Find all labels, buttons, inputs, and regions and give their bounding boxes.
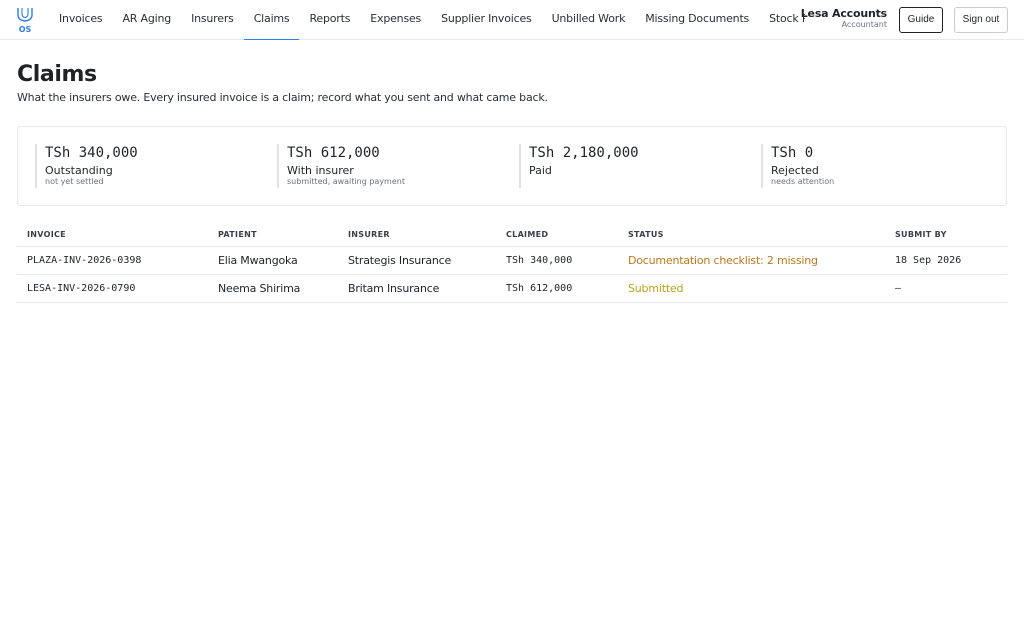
- nav-stock-report[interactable]: Stock Report: [759, 0, 805, 40]
- main-nav: Invoices AR Aging Insurers Claims Reports Exp…: [49, 0, 805, 40]
- stat-note: not yet settled: [45, 177, 104, 186]
- user-info: Lesa Accounts Accountant: [801, 8, 887, 30]
- nav-reports[interactable]: Reports: [299, 0, 360, 40]
- col-patient-header[interactable]: Patient: [218, 222, 257, 246]
- claim-status[interactable]: Submitted: [628, 275, 683, 302]
- nav-invoices[interactable]: Invoices: [49, 0, 112, 40]
- user-role: Accountant: [841, 20, 887, 29]
- nav-supplier-invoices[interactable]: Supplier Invoices: [431, 0, 541, 40]
- stat-value: TSh 612,000: [287, 145, 380, 161]
- col-invoice-header[interactable]: Invoice: [27, 222, 66, 246]
- svg-text:OS: OS: [19, 25, 32, 34]
- table-row[interactable]: LESA-INV-2026-0790 Neema Shirima Britam …: [17, 275, 1007, 303]
- stat-value: TSh 340,000: [45, 145, 138, 161]
- claim-status[interactable]: Documentation checklist: 2 missing: [628, 247, 818, 274]
- stat-label: With insurer: [287, 164, 354, 177]
- invoice-number[interactable]: PLAZA-INV-2026-0398: [27, 247, 141, 274]
- patient-name: Neema Shirima: [218, 282, 301, 295]
- claimed-amount: TSh 340,000: [506, 255, 573, 266]
- submit-by-date: —: [895, 283, 902, 294]
- insurer-name: Strategis Insurance: [348, 254, 452, 267]
- patient-name: Elia Mwangoka: [218, 254, 298, 267]
- nav-missing-documents[interactable]: Missing Documents: [635, 0, 759, 40]
- page-subtitle: What the insurers owe. Every insured inv…: [17, 91, 548, 104]
- stat-note: needs attention: [771, 177, 835, 186]
- stat-outstanding: TSh 340,000 Outstanding not yet settled: [35, 144, 138, 188]
- nav-ar-aging[interactable]: AR Aging: [112, 0, 181, 40]
- invoice-number[interactable]: LESA-INV-2026-0790: [27, 275, 135, 302]
- claims-summary: TSh 340,000 Outstanding not yet settled …: [17, 126, 1007, 206]
- guide-button[interactable]: Guide: [899, 7, 943, 33]
- stat-label: Paid: [529, 164, 552, 177]
- submit-by-date: 18 Sep 2026: [895, 255, 962, 266]
- stat-value: TSh 2,180,000: [529, 145, 639, 161]
- col-claimed-header[interactable]: Claimed: [506, 222, 548, 246]
- insurer-name: Britam Insurance: [348, 282, 440, 295]
- stat-note: submitted, awaiting payment: [287, 177, 405, 186]
- stat-paid: TSh 2,180,000 Paid: [519, 144, 639, 188]
- page-title: Claims: [17, 62, 97, 87]
- app-logo-icon[interactable]: OS: [15, 6, 35, 34]
- nav-claims[interactable]: Claims: [243, 0, 300, 40]
- stat-value: TSh 0: [771, 145, 814, 161]
- sign-out-button[interactable]: Sign out: [954, 7, 1008, 33]
- table-header-row: Invoice Patient Insurer Claimed Status S…: [17, 222, 1007, 247]
- col-submit-by-header[interactable]: Submit by: [895, 222, 947, 246]
- nav-expenses[interactable]: Expenses: [360, 0, 431, 40]
- col-status-header[interactable]: Status: [628, 222, 664, 246]
- col-insurer-header[interactable]: Insurer: [348, 222, 390, 246]
- stat-with-insurer: TSh 612,000 With insurer submitted, awai…: [277, 144, 405, 188]
- stat-label: Outstanding: [45, 164, 113, 177]
- stat-rejected: TSh 0 Rejected needs attention: [761, 144, 834, 188]
- user-name: Lesa Accounts: [800, 7, 887, 20]
- claimed-amount: TSh 612,000: [506, 283, 573, 294]
- table-row[interactable]: PLAZA-INV-2026-0398 Elia Mwangoka Strate…: [17, 247, 1007, 275]
- top-navbar: OS Invoices AR Aging Insurers Claims Reports…: [0, 0, 1024, 40]
- nav-unbilled-work[interactable]: Unbilled Work: [542, 0, 636, 40]
- nav-insurers[interactable]: Insurers: [181, 0, 244, 40]
- claims-table: Invoice Patient Insurer Claimed Status S…: [17, 222, 1007, 303]
- stat-label: Rejected: [771, 164, 819, 177]
